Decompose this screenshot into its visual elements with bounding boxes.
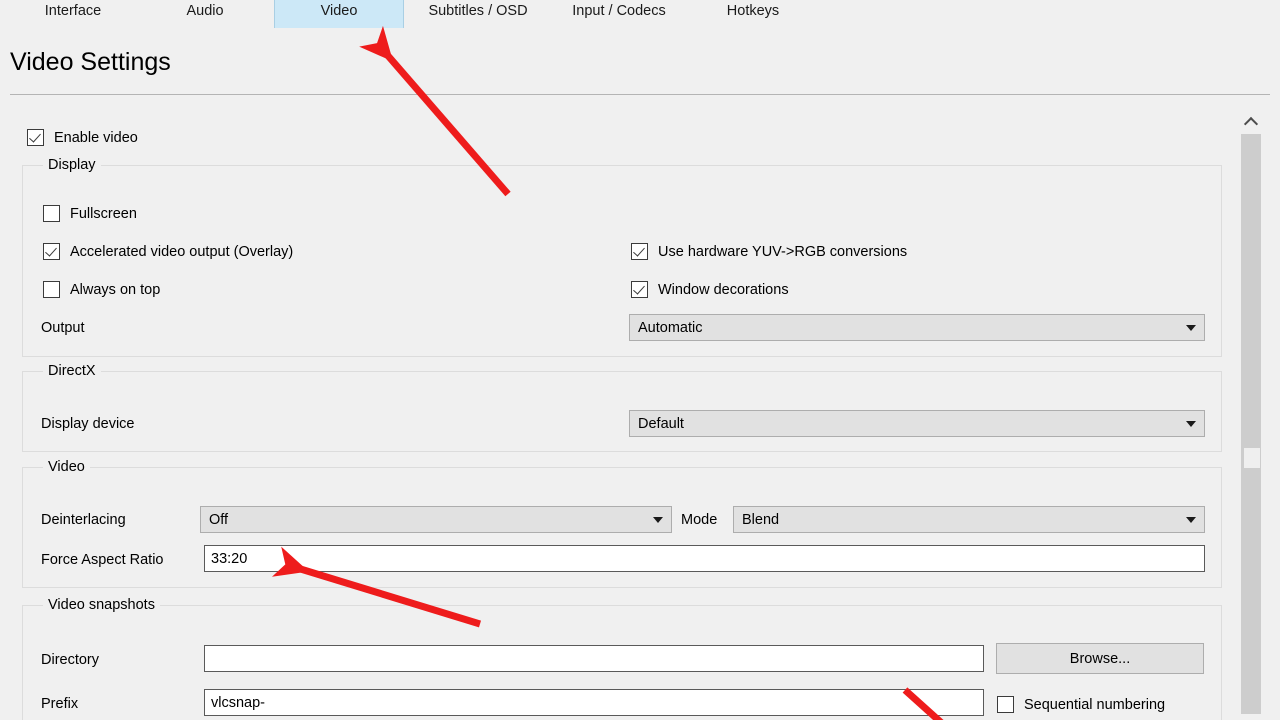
- sequential-numbering-label: Sequential numbering: [1024, 696, 1166, 713]
- tab-video-label: Video: [320, 3, 358, 19]
- settings-tab-bar: Interface Audio Video Subtitles / OSD In…: [0, 0, 1280, 28]
- snapshot-directory-input[interactable]: [204, 645, 984, 672]
- scrollbar-track[interactable]: [1241, 134, 1261, 714]
- directory-label: Directory: [41, 652, 100, 668]
- mode-combobox-value: Blend: [742, 511, 780, 528]
- tab-audio-label: Audio: [186, 3, 224, 19]
- display-device-combobox-value: Default: [638, 415, 684, 432]
- always-on-top-checkbox[interactable]: [43, 281, 60, 298]
- video-group-title: Video: [43, 459, 90, 475]
- display-group-title: Display: [43, 157, 101, 173]
- prefix-label: Prefix: [41, 696, 79, 712]
- snapshot-prefix-value: vlcsnap-: [211, 694, 265, 711]
- header-divider: [10, 94, 1270, 95]
- chevron-up-icon[interactable]: [1240, 110, 1262, 132]
- page-title: Video Settings: [10, 48, 171, 76]
- tab-input-codecs[interactable]: Input / Codecs: [552, 0, 686, 28]
- output-label: Output: [41, 320, 85, 336]
- tab-subtitles-osd-label: Subtitles / OSD: [428, 3, 528, 19]
- output-combobox-value: Automatic: [638, 319, 703, 336]
- accelerated-video-output-checkbox-row[interactable]: Accelerated video output (Overlay): [43, 243, 293, 260]
- tab-video[interactable]: Video: [274, 0, 404, 28]
- mode-label: Mode: [681, 512, 718, 528]
- fullscreen-label: Fullscreen: [70, 205, 137, 222]
- tab-subtitles-osd[interactable]: Subtitles / OSD: [408, 0, 548, 28]
- fullscreen-checkbox-row[interactable]: Fullscreen: [43, 205, 137, 222]
- tab-interface[interactable]: Interface: [8, 0, 138, 28]
- display-device-combobox[interactable]: Default: [629, 410, 1205, 437]
- browse-button-label: Browse...: [1069, 650, 1131, 667]
- force-aspect-ratio-label: Force Aspect Ratio: [41, 552, 164, 568]
- always-on-top-label: Always on top: [70, 281, 161, 298]
- sequential-numbering-checkbox-row[interactable]: Sequential numbering: [997, 696, 1165, 713]
- vertical-scrollbar[interactable]: [1240, 104, 1262, 720]
- force-aspect-ratio-input[interactable]: 33:20: [204, 545, 1205, 572]
- output-combobox[interactable]: Automatic: [629, 314, 1205, 341]
- deinterlacing-combobox-value: Off: [209, 511, 229, 528]
- tab-hotkeys[interactable]: Hotkeys: [700, 0, 806, 28]
- fullscreen-checkbox[interactable]: [43, 205, 60, 222]
- browse-button[interactable]: Browse...: [996, 643, 1204, 674]
- hardware-yuv-rgb-label: Use hardware YUV->RGB conversions: [658, 243, 908, 260]
- window-decorations-label: Window decorations: [658, 281, 789, 298]
- tab-hotkeys-label: Hotkeys: [726, 3, 780, 19]
- window-decorations-checkbox[interactable]: [631, 281, 648, 298]
- hardware-yuv-rgb-checkbox[interactable]: [631, 243, 648, 260]
- always-on-top-checkbox-row[interactable]: Always on top: [43, 281, 160, 298]
- tab-interface-label: Interface: [44, 3, 102, 19]
- accelerated-video-output-checkbox[interactable]: [43, 243, 60, 260]
- tab-audio[interactable]: Audio: [145, 0, 265, 28]
- scrollbar-thumb[interactable]: [1244, 448, 1260, 468]
- display-device-label: Display device: [41, 416, 135, 432]
- window-decorations-checkbox-row[interactable]: Window decorations: [631, 281, 789, 298]
- hardware-yuv-rgb-checkbox-row[interactable]: Use hardware YUV->RGB conversions: [631, 243, 907, 260]
- enable-video-label: Enable video: [54, 129, 138, 146]
- tab-input-codecs-label: Input / Codecs: [572, 3, 666, 19]
- enable-video-checkbox-row[interactable]: Enable video: [27, 129, 138, 146]
- accelerated-video-output-label: Accelerated video output (Overlay): [70, 243, 294, 260]
- enable-video-checkbox[interactable]: [27, 129, 44, 146]
- deinterlacing-label: Deinterlacing: [41, 512, 126, 528]
- directx-group-title: DirectX: [43, 363, 101, 379]
- video-snapshots-group-title: Video snapshots: [43, 597, 160, 613]
- snapshot-prefix-input[interactable]: vlcsnap-: [204, 689, 984, 716]
- deinterlacing-combobox[interactable]: Off: [200, 506, 672, 533]
- settings-scroll-area: Enable video Display Fullscreen Accelera…: [0, 104, 1236, 720]
- force-aspect-ratio-value: 33:20: [211, 550, 248, 567]
- mode-combobox[interactable]: Blend: [733, 506, 1205, 533]
- sequential-numbering-checkbox[interactable]: [997, 696, 1014, 713]
